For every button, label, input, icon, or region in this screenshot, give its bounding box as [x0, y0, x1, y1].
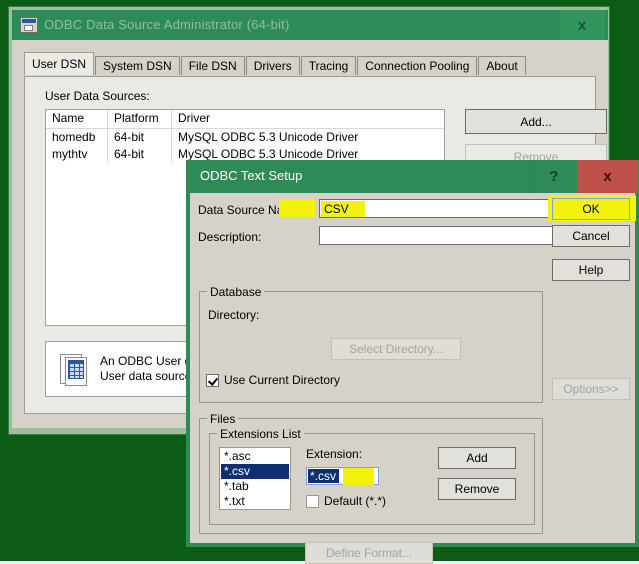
extensions-listbox[interactable]: *.asc *.csv *.tab *.txt: [219, 447, 291, 510]
use-current-directory-checkbox[interactable]: [206, 374, 219, 387]
use-current-directory-row[interactable]: Use Current Directory: [206, 373, 340, 387]
tab-about[interactable]: About: [478, 56, 525, 75]
options-button: Options>>: [552, 378, 630, 400]
cell-platform: 64-bit: [108, 146, 172, 163]
database-group: Database Directory: Select Directory... …: [199, 291, 543, 403]
tab-connection-pooling[interactable]: Connection Pooling: [357, 56, 477, 75]
tab-drivers[interactable]: Drivers: [246, 56, 300, 75]
desktop-background: ODBC Data Source Administrator (64-bit) …: [0, 0, 639, 561]
highlight-marker-extension-value: [343, 468, 374, 485]
extension-input[interactable]: *.csv: [306, 467, 379, 485]
extension-input-value: *.csv: [308, 469, 339, 483]
dialog-title: ODBC Text Setup: [200, 168, 302, 183]
odbc-window-icon: [20, 17, 38, 33]
close-icon[interactable]: x: [577, 160, 638, 193]
select-directory-button: Select Directory...: [331, 338, 461, 360]
extensions-list-legend: Extensions List: [217, 427, 304, 441]
default-checkbox[interactable]: [306, 495, 319, 508]
ok-button[interactable]: OK: [552, 198, 630, 220]
list-header: Name Platform Driver: [46, 110, 444, 129]
extension-add-button[interactable]: Add: [438, 447, 516, 469]
column-header-name[interactable]: Name: [46, 110, 108, 128]
tab-file-dsn[interactable]: File DSN: [181, 56, 245, 75]
help-button[interactable]: Help: [552, 259, 630, 281]
cell-platform: 64-bit: [108, 129, 172, 146]
list-item[interactable]: *.tab: [221, 479, 289, 494]
cell-name: mythtv: [46, 146, 108, 163]
main-window-titlebar[interactable]: ODBC Data Source Administrator (64-bit) …: [12, 10, 608, 40]
data-source-icon: [60, 354, 88, 386]
tab-user-dsn[interactable]: User DSN: [24, 52, 94, 75]
extensions-list-group: Extensions List *.asc *.csv *.tab *.txt …: [209, 433, 535, 525]
tab-system-dsn[interactable]: System DSN: [95, 56, 180, 75]
cancel-button[interactable]: Cancel: [552, 225, 630, 247]
cell-name: homedb: [46, 129, 108, 146]
list-item[interactable]: *.asc: [221, 449, 289, 464]
column-header-driver[interactable]: Driver: [172, 110, 444, 128]
column-header-platform[interactable]: Platform: [108, 110, 172, 128]
highlight-marker-dsn-label: [279, 199, 315, 217]
dialog-client: Data Source Name: CSV Description: OK Ca…: [190, 193, 635, 543]
add-button[interactable]: Add...: [465, 109, 607, 134]
description-input[interactable]: [319, 226, 564, 245]
user-data-sources-label: User Data Sources:: [45, 89, 150, 103]
help-question-icon[interactable]: ?: [530, 160, 577, 193]
database-group-legend: Database: [207, 285, 264, 299]
table-row[interactable]: homedb 64-bit MySQL ODBC 5.3 Unicode Dri…: [46, 129, 444, 146]
close-icon[interactable]: x: [558, 10, 605, 40]
extension-field-label: Extension:: [306, 447, 362, 461]
tab-strip: User DSN System DSN File DSN Drivers Tra…: [25, 54, 527, 75]
odbc-text-setup-dialog: ODBC Text Setup ? x Data Source Name: CS…: [186, 160, 639, 547]
default-checkbox-label: Default (*.*): [324, 494, 386, 508]
list-item-selected[interactable]: *.csv: [221, 464, 289, 479]
main-window-title: ODBC Data Source Administrator (64-bit): [44, 17, 290, 32]
description-label: Description:: [198, 230, 261, 244]
files-group: Files Extensions List *.asc *.csv *.tab …: [199, 418, 543, 534]
dialog-titlebar[interactable]: ODBC Text Setup ? x: [186, 160, 639, 193]
tab-tracing[interactable]: Tracing: [301, 56, 357, 75]
cell-driver: MySQL ODBC 5.3 Unicode Driver: [172, 129, 444, 146]
data-source-name-value: CSV: [324, 202, 349, 216]
use-current-directory-label: Use Current Directory: [224, 373, 340, 387]
default-checkbox-row[interactable]: Default (*.*): [306, 494, 386, 508]
extension-remove-button[interactable]: Remove: [438, 478, 516, 500]
directory-label: Directory:: [208, 308, 259, 322]
list-item[interactable]: *.txt: [221, 494, 289, 509]
files-group-legend: Files: [207, 412, 238, 426]
data-source-name-input[interactable]: CSV: [319, 199, 564, 218]
